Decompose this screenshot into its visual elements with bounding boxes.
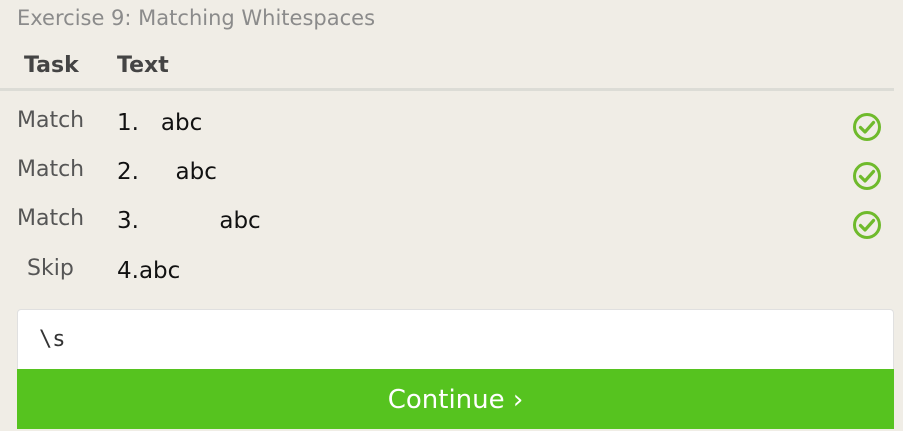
exercise-title: Exercise 9: Matching Whitespaces xyxy=(17,6,376,30)
table-header: Task Text xyxy=(0,50,894,91)
table-row: Match 3. abc xyxy=(0,202,894,242)
header-task: Task xyxy=(24,53,79,78)
regex-input[interactable] xyxy=(39,322,859,356)
test-string: 2. abc xyxy=(117,159,217,185)
header-text: Text xyxy=(117,53,169,78)
test-string: 4.abc xyxy=(117,258,181,284)
table-row: Match 1. abc xyxy=(0,104,894,144)
table-row: Match 2. abc xyxy=(0,153,894,193)
test-string: 1. abc xyxy=(117,110,203,136)
check-circle-icon xyxy=(853,211,881,239)
task-label: Skip xyxy=(27,256,74,281)
continue-button[interactable]: Continue › xyxy=(17,369,894,429)
check-circle-icon xyxy=(853,162,881,190)
regex-input-container xyxy=(17,309,894,369)
task-label: Match xyxy=(17,108,85,133)
table-row: Skip 4.abc xyxy=(0,252,894,292)
check-circle-icon xyxy=(853,113,881,141)
task-label: Match xyxy=(17,206,85,231)
test-string: 3. abc xyxy=(117,208,261,234)
task-label: Match xyxy=(17,157,85,182)
